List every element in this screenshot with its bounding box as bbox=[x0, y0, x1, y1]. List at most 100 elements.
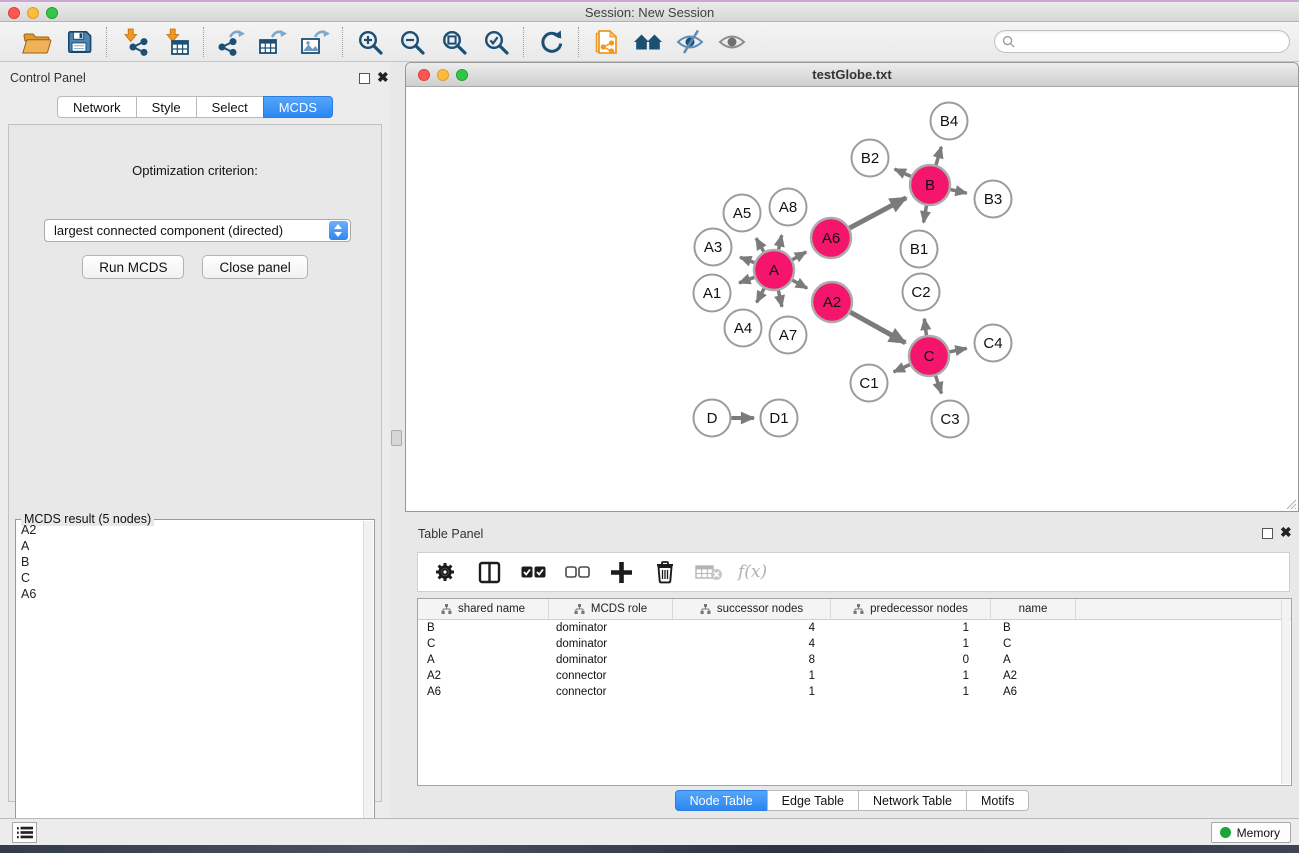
search-field[interactable] bbox=[994, 30, 1290, 53]
graph-node-A6[interactable]: A6 bbox=[811, 218, 851, 258]
graph-node-A4[interactable]: A4 bbox=[725, 310, 762, 347]
tab-mcds[interactable]: MCDS bbox=[263, 96, 333, 118]
export-image-button[interactable] bbox=[297, 26, 333, 58]
edge-A-A5[interactable] bbox=[756, 238, 764, 251]
memory-button[interactable]: Memory bbox=[1211, 822, 1291, 843]
edge-A-A6[interactable] bbox=[792, 252, 806, 260]
graph-node-D[interactable]: D bbox=[694, 400, 731, 437]
table-row[interactable]: Cdominator41C bbox=[418, 636, 1291, 652]
graph-node-A[interactable]: A bbox=[754, 250, 794, 290]
graph-node-B[interactable]: B bbox=[910, 165, 950, 205]
refresh-button[interactable] bbox=[533, 26, 569, 58]
zoom-out-button[interactable] bbox=[394, 26, 430, 58]
select-all-checkboxes-button[interactable] bbox=[518, 557, 548, 587]
result-list-item[interactable]: A6 bbox=[18, 586, 362, 602]
edge-A-A8[interactable] bbox=[779, 235, 782, 249]
column-header-predecessor-nodes[interactable]: predecessor nodes bbox=[831, 599, 991, 619]
task-history-button[interactable] bbox=[12, 822, 37, 843]
open-session-button[interactable] bbox=[19, 26, 55, 58]
edge-C-C2[interactable] bbox=[924, 319, 926, 335]
import-table-button[interactable] bbox=[158, 26, 194, 58]
zoom-selected-button[interactable] bbox=[478, 26, 514, 58]
tab-style[interactable]: Style bbox=[136, 96, 196, 118]
graph-node-B3[interactable]: B3 bbox=[975, 181, 1012, 218]
result-list-item[interactable]: C bbox=[18, 570, 362, 586]
edge-C-C1[interactable] bbox=[894, 365, 910, 372]
tab-node-table[interactable]: Node Table bbox=[675, 790, 767, 811]
table-scrollbar[interactable] bbox=[1281, 600, 1290, 784]
clear-checkboxes-button[interactable] bbox=[562, 557, 592, 587]
edge-A-A4[interactable] bbox=[757, 289, 764, 303]
table-row[interactable]: A6connector11A6 bbox=[418, 684, 1291, 700]
search-input[interactable] bbox=[1015, 32, 1289, 51]
tab-network[interactable]: Network bbox=[57, 96, 136, 118]
add-column-button[interactable] bbox=[606, 557, 636, 587]
tab-network-table[interactable]: Network Table bbox=[858, 790, 966, 811]
column-header-MCDS-role[interactable]: MCDS role bbox=[549, 599, 673, 619]
result-scrollbar[interactable] bbox=[363, 521, 373, 853]
table-row[interactable]: Adominator80A bbox=[418, 652, 1291, 668]
eye-hide-button[interactable] bbox=[672, 26, 708, 58]
export-table-button[interactable] bbox=[255, 26, 291, 58]
table-float-panel-icon[interactable] bbox=[1262, 528, 1273, 539]
eye-show-button[interactable] bbox=[714, 26, 750, 58]
split-columns-button[interactable] bbox=[474, 557, 504, 587]
tab-select[interactable]: Select bbox=[196, 96, 263, 118]
tab-motifs[interactable]: Motifs bbox=[966, 790, 1029, 811]
edge-A-A1[interactable] bbox=[739, 277, 754, 283]
edge-B-B3[interactable] bbox=[950, 190, 966, 194]
table-row[interactable]: A2connector11A2 bbox=[418, 668, 1291, 684]
delete-column-button[interactable] bbox=[650, 557, 680, 587]
graph-node-C2[interactable]: C2 bbox=[903, 274, 940, 311]
table-settings-button[interactable] bbox=[430, 557, 460, 587]
network-canvas[interactable]: B4B2BB3A8A5A6A3B1AC2A1A2A4A7C4CC1DD1C3 bbox=[407, 88, 1298, 511]
edge-C-C3[interactable] bbox=[936, 376, 942, 394]
graph-node-A1[interactable]: A1 bbox=[694, 275, 731, 312]
graph-node-C[interactable]: C bbox=[909, 336, 949, 376]
graph-node-A5[interactable]: A5 bbox=[724, 195, 761, 232]
tab-edge-table[interactable]: Edge Table bbox=[767, 790, 858, 811]
column-header-shared-name[interactable]: shared name bbox=[418, 599, 549, 619]
graph-node-B2[interactable]: B2 bbox=[852, 140, 889, 177]
delete-table-button[interactable] bbox=[694, 557, 724, 587]
network-window-titlebar[interactable]: testGlobe.txt bbox=[406, 63, 1298, 87]
column-header-successor-nodes[interactable]: successor nodes bbox=[673, 599, 831, 619]
graph-node-A2[interactable]: A2 bbox=[812, 282, 852, 322]
graph-node-B4[interactable]: B4 bbox=[931, 103, 968, 140]
home-button[interactable] bbox=[630, 26, 666, 58]
graph-node-C1[interactable]: C1 bbox=[851, 365, 888, 402]
graph-node-C3[interactable]: C3 bbox=[932, 401, 969, 438]
zoom-fit-button[interactable] bbox=[436, 26, 472, 58]
zoom-in-button[interactable] bbox=[352, 26, 388, 58]
edge-B-B4[interactable] bbox=[936, 147, 941, 165]
network-graph[interactable]: B4B2BB3A8A5A6A3B1AC2A1A2A4A7C4CC1DD1C3 bbox=[407, 88, 1298, 511]
edge-A-A3[interactable] bbox=[740, 257, 754, 262]
save-session-button[interactable] bbox=[61, 26, 97, 58]
edge-A6-B[interactable] bbox=[850, 198, 907, 228]
panel-divider-grip[interactable] bbox=[391, 430, 402, 446]
edge-A-A7[interactable] bbox=[778, 291, 781, 307]
table-close-panel-icon[interactable]: ✖ bbox=[1280, 525, 1292, 539]
result-list-item[interactable]: A2 bbox=[18, 522, 362, 538]
graph-node-A3[interactable]: A3 bbox=[695, 229, 732, 266]
resize-grip-icon[interactable] bbox=[1285, 498, 1297, 510]
import-network-button[interactable] bbox=[116, 26, 152, 58]
graph-node-D1[interactable]: D1 bbox=[761, 400, 798, 437]
table-row[interactable]: Bdominator41B bbox=[418, 620, 1291, 636]
network-file-button[interactable] bbox=[588, 26, 624, 58]
edge-A-A2[interactable] bbox=[792, 280, 807, 288]
result-list-item[interactable]: A bbox=[18, 538, 362, 554]
close-panel-button[interactable]: Close panel bbox=[202, 255, 307, 279]
edge-A2-C[interactable] bbox=[850, 312, 905, 343]
graph-node-A7[interactable]: A7 bbox=[770, 317, 807, 354]
float-panel-icon[interactable] bbox=[359, 73, 370, 84]
run-mcds-button[interactable]: Run MCDS bbox=[82, 255, 184, 279]
graph-node-B1[interactable]: B1 bbox=[901, 231, 938, 268]
optimization-criterion-dropdown[interactable]: largest connected component (directed) bbox=[44, 219, 351, 242]
export-network-button[interactable] bbox=[213, 26, 249, 58]
result-list-item[interactable]: B bbox=[18, 554, 362, 570]
edge-C-C4[interactable] bbox=[950, 348, 967, 351]
edge-B-B2[interactable] bbox=[895, 169, 911, 176]
column-header-name[interactable]: name bbox=[991, 599, 1076, 619]
graph-node-C4[interactable]: C4 bbox=[975, 325, 1012, 362]
